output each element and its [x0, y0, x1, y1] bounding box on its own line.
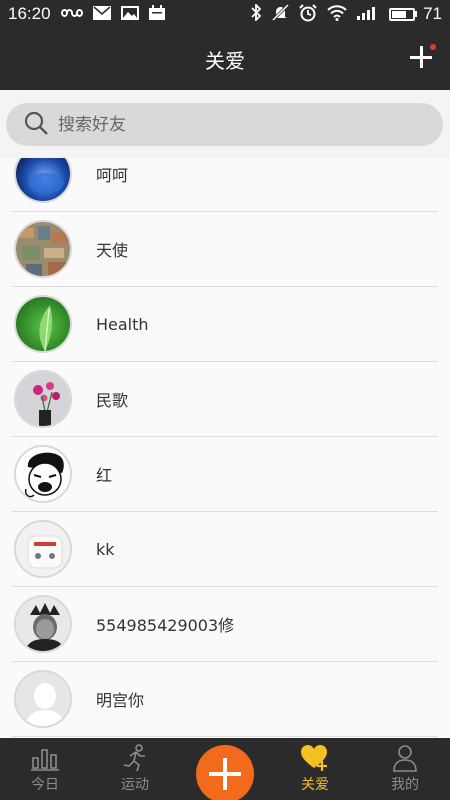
battery-icon — [389, 7, 416, 21]
bar-chart-icon — [30, 744, 60, 772]
status-time: 16:20 — [8, 4, 51, 23]
friend-name: 呵呵 — [96, 166, 129, 185]
avatar — [14, 670, 72, 728]
runner-icon — [120, 744, 150, 772]
status-bar: 16:20 71 — [0, 0, 450, 28]
signal-icon — [357, 6, 379, 23]
search-bar[interactable] — [6, 103, 443, 146]
battery-indicator: 71 — [389, 4, 442, 24]
avatar — [14, 520, 72, 578]
tab-mine[interactable]: 我的 — [360, 738, 450, 800]
friend-row[interactable]: kk — [12, 512, 438, 587]
friend-row[interactable]: Health — [12, 287, 438, 362]
friend-name: 红 — [96, 466, 113, 485]
page-title: 关爱 — [205, 48, 245, 73]
search-icon — [24, 111, 48, 139]
friend-name: 天使 — [96, 241, 129, 260]
infinity-icon — [60, 7, 83, 22]
mute-icon — [272, 3, 290, 24]
add-friend-button[interactable] — [406, 42, 436, 72]
person-icon — [390, 744, 420, 772]
friend-row[interactable]: 呵呵 — [12, 158, 438, 212]
app-header: 关爱 — [0, 28, 450, 90]
friend-row[interactable]: 天使 — [12, 212, 438, 287]
avatar — [14, 370, 72, 428]
center-add-button[interactable] — [196, 745, 254, 800]
tab-sport[interactable]: 运动 — [90, 738, 180, 800]
friend-name: Health — [96, 314, 149, 334]
friend-name: 民歌 — [96, 391, 129, 410]
friend-name: 554985429003修 — [96, 616, 235, 635]
avatar — [14, 595, 72, 653]
friend-name: kk — [96, 539, 115, 559]
alarm-icon — [299, 3, 317, 25]
mail-icon — [92, 5, 111, 23]
tab-today[interactable]: 今日 — [0, 738, 90, 800]
notification-dot — [430, 44, 436, 50]
tab-label: 关爱 — [301, 777, 329, 793]
search-input[interactable] — [58, 114, 398, 135]
battery-level: 71 — [423, 4, 442, 23]
wifi-icon — [327, 4, 347, 24]
bluetooth-icon — [250, 2, 262, 24]
friend-row[interactable]: 红 — [12, 437, 438, 512]
calendar-icon — [148, 5, 165, 23]
avatar — [14, 220, 72, 278]
avatar — [14, 445, 72, 503]
image-icon — [120, 5, 139, 23]
friend-row[interactable]: 民歌 — [12, 362, 438, 437]
friend-list: 呵呵 天使 Health 民歌 红 kk 554985429003修 明宫你 — [0, 158, 450, 738]
friend-row[interactable]: 554985429003修 — [12, 587, 438, 662]
friend-name: 明宫你 — [96, 691, 145, 710]
tab-label: 今日 — [31, 777, 59, 793]
avatar — [14, 295, 72, 353]
heart-plus-icon — [300, 744, 330, 772]
search-area — [0, 90, 450, 158]
tab-label: 我的 — [391, 777, 419, 793]
tab-label: 运动 — [121, 777, 149, 793]
avatar — [14, 158, 72, 203]
tab-care[interactable]: 关爱 — [270, 738, 360, 800]
friend-row[interactable]: 明宫你 — [12, 662, 438, 737]
